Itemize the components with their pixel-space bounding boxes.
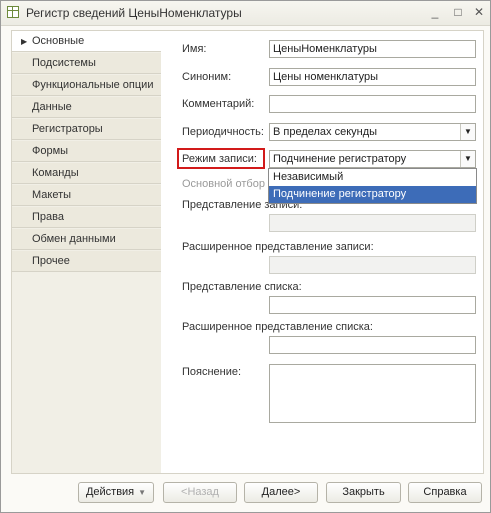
properties-panel: Имя: ЦеныНоменклатуры Синоним: Цены номе… (161, 30, 484, 474)
comment-label: Комментарий: (182, 98, 255, 110)
sidebar-item-label: Данные (32, 101, 72, 113)
sidebar-item-commands[interactable]: Команды (12, 163, 162, 184)
sidebar-item-main[interactable]: ▶ Основные (12, 31, 163, 52)
sidebar-item-forms[interactable]: Формы (12, 141, 162, 162)
actions-button[interactable]: Действия ▼ (78, 482, 154, 503)
sidebar-item-label: Основные (32, 35, 85, 47)
next-button[interactable]: Далее> (244, 482, 318, 503)
minimize-icon[interactable]: _ (428, 5, 442, 19)
chevron-down-icon[interactable]: ▼ (460, 151, 475, 167)
chevron-down-icon[interactable]: ▼ (460, 124, 475, 140)
sidebar-item-registrars[interactable]: Регистраторы (12, 119, 162, 140)
maximize-icon[interactable]: □ (451, 5, 465, 19)
back-button[interactable]: <Назад (163, 482, 237, 503)
option-independent[interactable]: Независимый (269, 169, 476, 186)
sidebar-item-rights[interactable]: Права (12, 207, 162, 228)
close-icon[interactable]: ✕ (472, 5, 486, 19)
record-presentation-field[interactable] (269, 214, 476, 232)
list-presentation-field[interactable] (269, 296, 476, 314)
write-mode-select[interactable]: Подчинение регистратору ▼ (269, 150, 476, 168)
close-button[interactable]: Закрыть (326, 482, 401, 503)
comment-field[interactable] (269, 95, 476, 113)
sidebar-item-subsystems[interactable]: Подсистемы (12, 53, 162, 74)
ext-record-presentation-label: Расширенное представление записи: (182, 241, 374, 253)
sidebar-item-label: Регистраторы (32, 123, 103, 135)
option-registrar-subordinate[interactable]: Подчинение регистратору (269, 186, 476, 203)
ext-record-presentation-field[interactable] (269, 256, 476, 274)
write-mode-label: Режим записи: (182, 153, 257, 165)
periodicity-value: В пределах секунды (273, 126, 378, 138)
register-table-icon (7, 6, 19, 18)
sidebar-item-label: Формы (32, 145, 69, 157)
actions-button-label: Действия (85, 486, 135, 498)
name-field[interactable]: ЦеныНоменклатуры (269, 40, 476, 58)
synonym-label: Синоним: (182, 71, 232, 83)
name-label: Имя: (182, 43, 207, 55)
sidebar-item-label: Подсистемы (32, 57, 96, 69)
ext-list-presentation-label: Расширенное представление списка: (182, 321, 373, 333)
sidebar-item-label: Прочее (32, 255, 70, 267)
sidebar-nav: ▶ Основные Подсистемы Функциональные опц… (11, 30, 163, 474)
sidebar-item-label: Команды (32, 167, 79, 179)
help-button[interactable]: Справка (408, 482, 482, 503)
sidebar-item-label: Макеты (32, 189, 72, 201)
explanation-field[interactable] (269, 364, 476, 423)
sidebar-item-other[interactable]: Прочее (12, 251, 162, 272)
write-mode-value: Подчинение регистратору (273, 153, 407, 165)
window-title: Регистр сведений ЦеныНоменклатуры (26, 6, 242, 20)
register-properties-window: Регистр сведений ЦеныНоменклатуры _ □ ✕ … (0, 0, 491, 513)
chevron-down-icon: ▼ (138, 488, 147, 497)
write-mode-dropdown-list: Независимый Подчинение регистратору (268, 168, 477, 204)
sidebar-item-templates[interactable]: Макеты (12, 185, 162, 206)
sidebar-item-label: Функциональные опции (32, 79, 154, 91)
sidebar-item-data-exchange[interactable]: Обмен данными (12, 229, 162, 250)
sidebar-item-label: Обмен данными (32, 233, 116, 245)
synonym-field[interactable]: Цены номенклатуры (269, 68, 476, 86)
main-filter-label: Основной отбор п (182, 178, 274, 190)
periodicity-select[interactable]: В пределах секунды ▼ (269, 123, 476, 141)
ext-list-presentation-field[interactable] (269, 336, 476, 354)
sidebar-item-data[interactable]: Данные (12, 97, 162, 118)
list-presentation-label: Представление списка: (182, 281, 302, 293)
title-bar[interactable]: Регистр сведений ЦеныНоменклатуры _ □ ✕ (1, 1, 490, 26)
sidebar-item-functional-options[interactable]: Функциональные опции (12, 75, 162, 96)
triangle-right-icon: ▶ (21, 37, 28, 46)
periodicity-label: Периодичность: (182, 126, 264, 138)
explanation-label: Пояснение: (182, 366, 242, 378)
sidebar-item-label: Права (32, 211, 64, 223)
